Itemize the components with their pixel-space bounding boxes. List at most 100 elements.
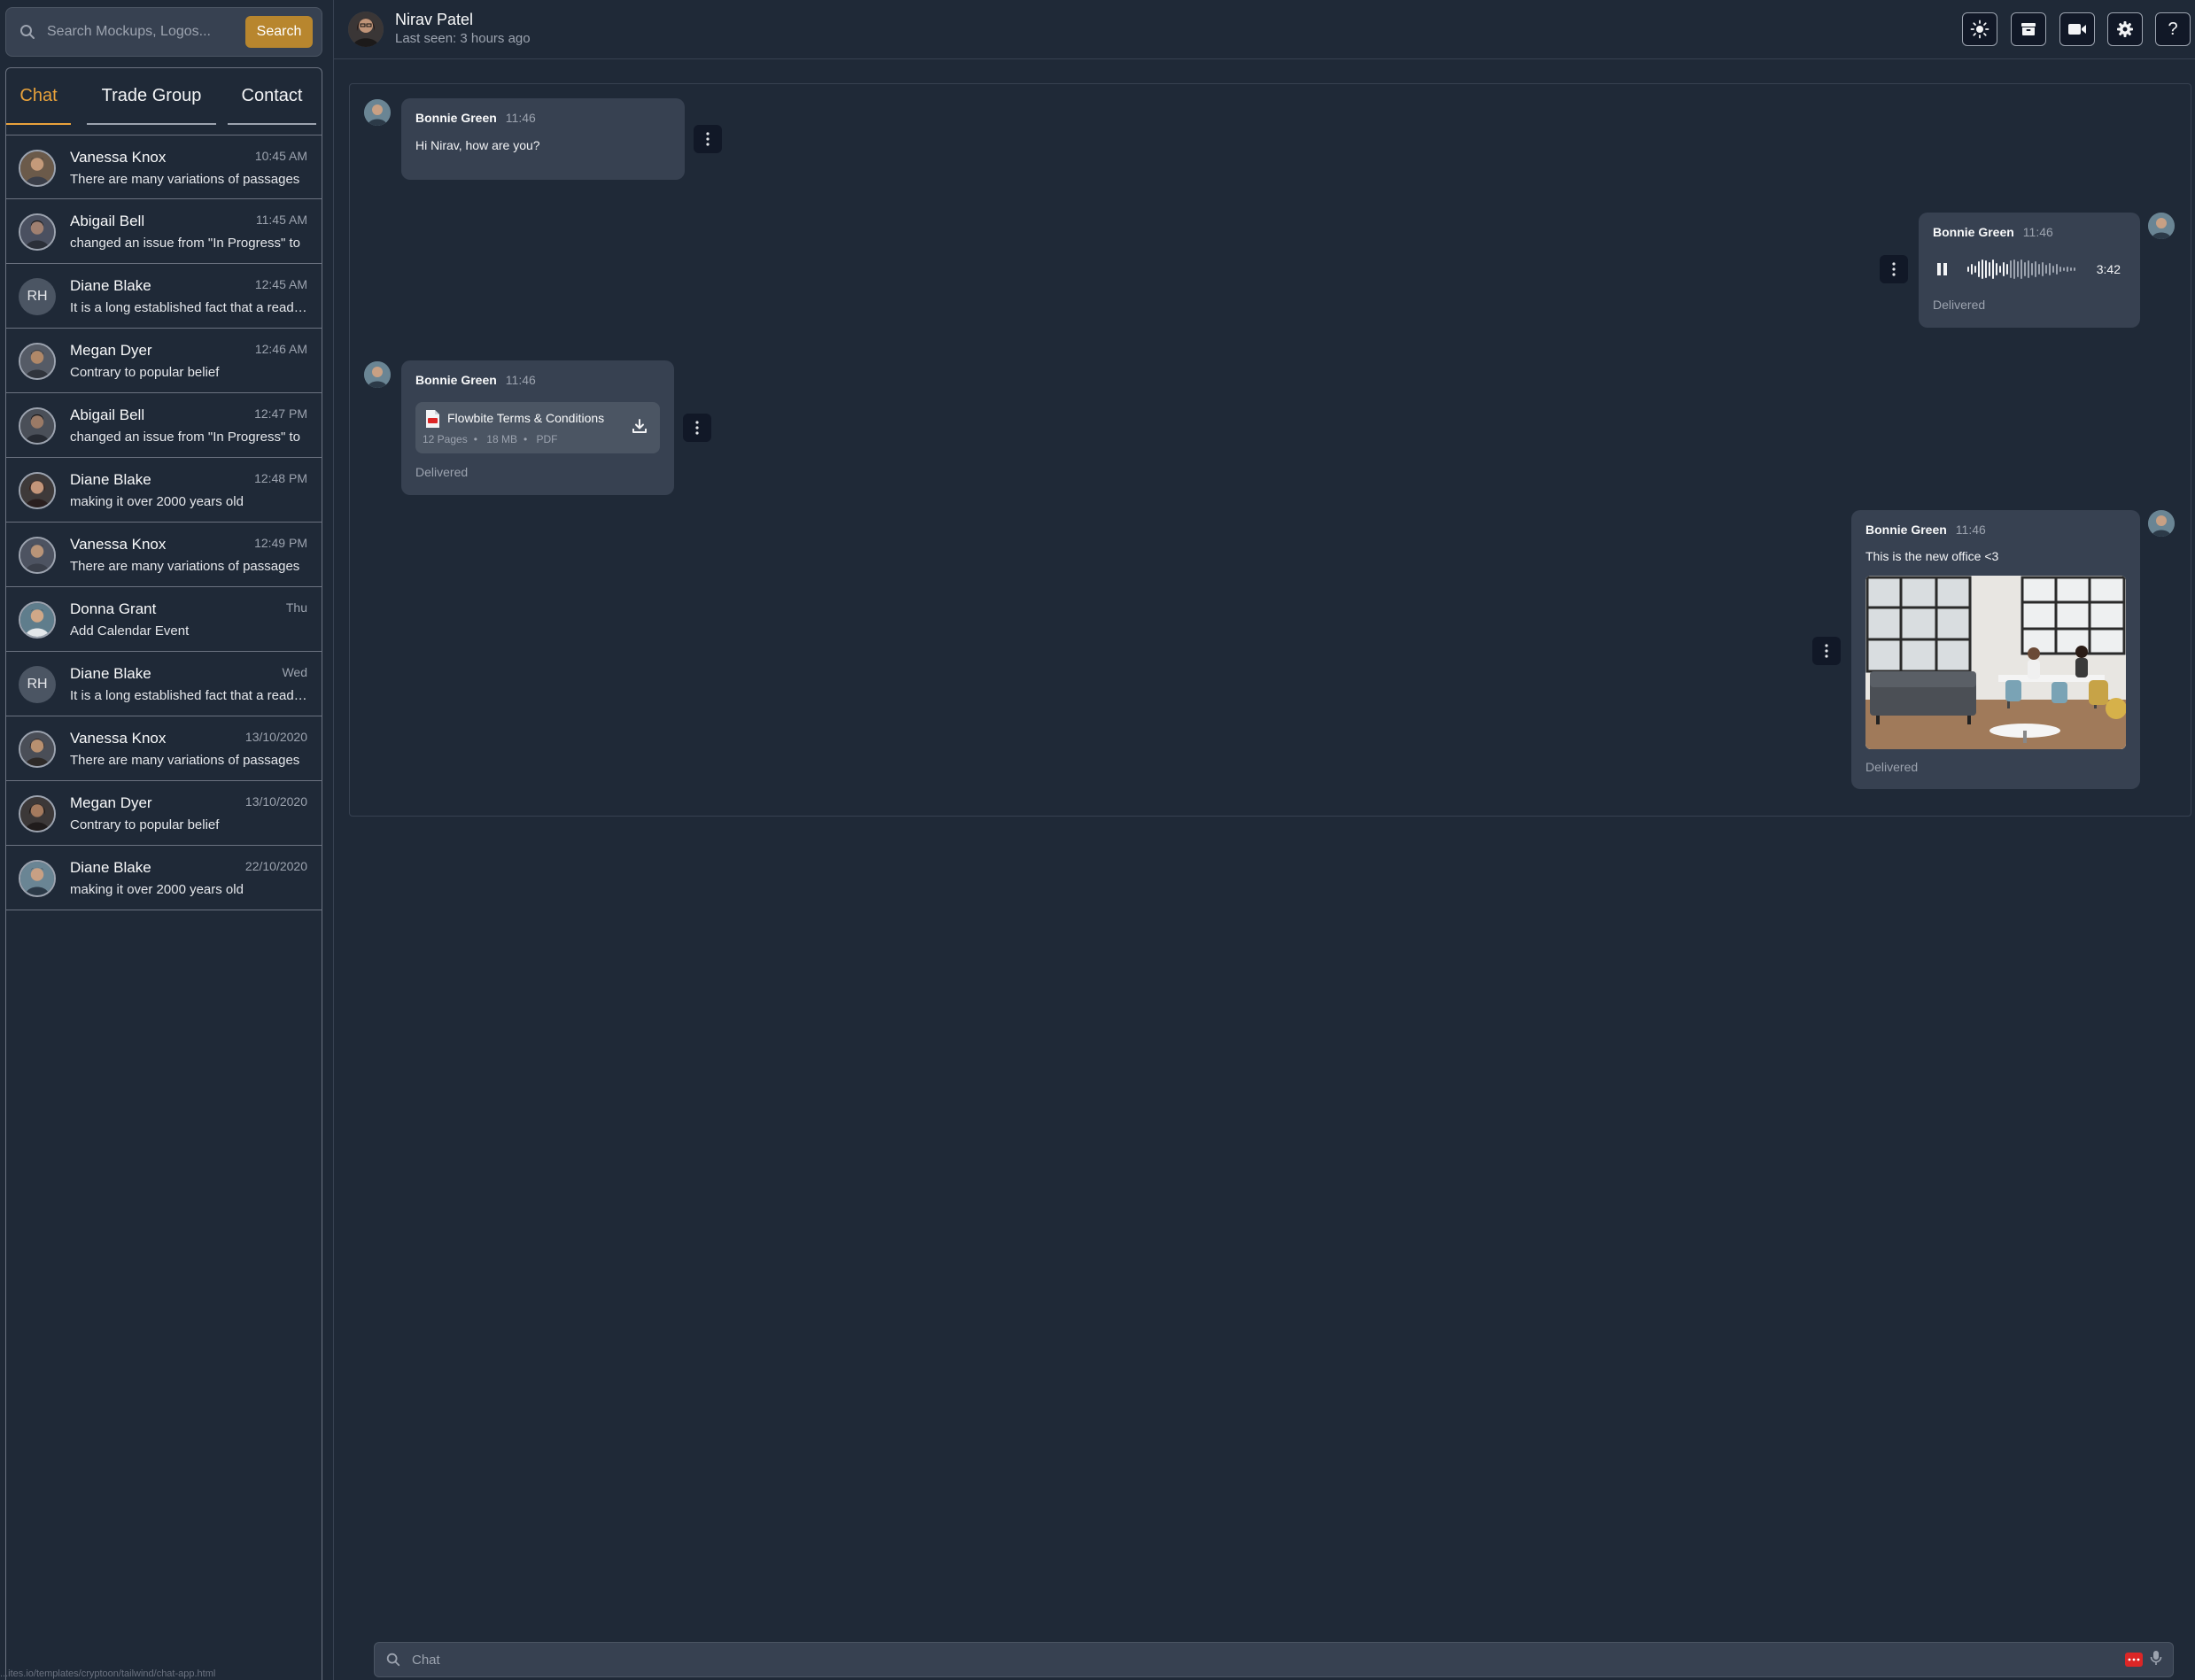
message-time: 11:46	[2022, 225, 2053, 239]
message-time: 11:46	[1955, 523, 1986, 537]
contact-time: 10:45 AM	[254, 149, 307, 163]
message-status: Delivered	[415, 465, 469, 479]
microphone-icon	[2150, 1650, 2162, 1665]
message-options-button[interactable]	[1880, 255, 1908, 283]
tab-chat[interactable]: Chat	[6, 68, 71, 125]
contact-message: making it over 2000 years old	[70, 882, 244, 897]
file-message-bubble: Bonnie Green 11:46 Flowbite Terms & Condi…	[401, 360, 674, 495]
contact-time: 12:47 PM	[254, 406, 307, 421]
file-type: PDF	[536, 433, 558, 445]
avatar	[19, 601, 56, 639]
message-bubble: Bonnie Green 11:46 Hi Nirav, how are you?	[401, 98, 685, 180]
contact-item[interactable]: Abigail Bell 12:47 PM changed an issue f…	[6, 393, 322, 458]
contact-name: Donna Grant	[70, 600, 157, 617]
header-last-seen: Last seen: 3 hours ago	[395, 31, 531, 46]
message-thread: Bonnie Green 11:46 Hi Nirav, how are you?…	[349, 83, 2191, 817]
help-icon: ?	[2168, 19, 2178, 39]
contact-name: Diane Blake	[70, 859, 151, 876]
download-button[interactable]	[632, 418, 648, 438]
settings-button[interactable]	[2107, 12, 2143, 46]
contact-time: 13/10/2020	[244, 730, 307, 744]
sender-avatar	[364, 361, 391, 388]
download-icon	[632, 419, 647, 433]
search-button[interactable]: Search	[245, 16, 313, 48]
contact-name: Megan Dyer	[70, 342, 152, 359]
more-vertical-icon	[706, 132, 710, 146]
message-options-button[interactable]	[1812, 637, 1841, 665]
theme-toggle-button[interactable]	[1962, 12, 1997, 46]
emoji-button[interactable]	[2125, 1653, 2143, 1667]
header-avatar[interactable]	[348, 12, 384, 47]
video-call-button[interactable]	[2059, 12, 2095, 46]
message-status: Delivered	[1933, 298, 1986, 312]
more-vertical-icon	[695, 421, 699, 435]
avatar-initials: RH	[19, 666, 56, 703]
contact-item[interactable]: Vanessa Knox 10:45 AM There are many var…	[6, 135, 322, 199]
file-size: 18 MB	[486, 433, 517, 445]
contact-item[interactable]: Abigail Bell 11:45 AM changed an issue f…	[6, 199, 322, 264]
contact-item[interactable]: Diane Blake 12:48 PM making it over 2000…	[6, 458, 322, 523]
contact-item[interactable]: Donna Grant Thu Add Calendar Event	[6, 587, 322, 652]
contact-name: Diane Blake	[70, 665, 151, 682]
voice-message-bubble: Bonnie Green 11:46 3:42 Delivered	[1919, 213, 2140, 328]
message-text: Hi Nirav, how are you?	[415, 138, 540, 152]
contact-item[interactable]: Vanessa Knox 13/10/2020 There are many v…	[6, 716, 322, 781]
message-options-button[interactable]	[683, 414, 711, 442]
tab-bar: Chat Trade Group Contact	[6, 68, 322, 125]
header-contact-name: Nirav Patel	[395, 11, 474, 28]
contact-item[interactable]: Diane Blake 22/10/2020 making it over 20…	[6, 846, 322, 910]
contact-message: There are many variations of passages	[70, 559, 300, 574]
message-text: This is the new office <3	[1865, 549, 1999, 563]
sender-avatar	[2148, 510, 2175, 537]
pause-button[interactable]	[1936, 262, 1949, 281]
avatar	[19, 537, 56, 574]
message-options-button[interactable]	[694, 125, 722, 153]
contact-message: It is a long established fact that a rea…	[70, 300, 307, 315]
chat-header: Nirav Patel Last seen: 3 hours ago ?	[334, 0, 2195, 59]
contact-name: Abigail Bell	[70, 213, 145, 229]
contact-name: Diane Blake	[70, 471, 151, 488]
search-bar: Search	[5, 7, 322, 57]
contact-time: 12:46 AM	[254, 342, 307, 356]
file-meta: 12 Pages • 18 MB • PDF	[423, 433, 558, 445]
microphone-button[interactable]	[2150, 1650, 2162, 1670]
chat-input[interactable]	[401, 1643, 2125, 1676]
gear-icon	[2117, 21, 2133, 37]
search-input[interactable]	[36, 8, 245, 56]
contact-list: Vanessa Knox 10:45 AM There are many var…	[6, 135, 322, 910]
avatar	[19, 860, 56, 897]
video-icon	[2068, 24, 2086, 35]
avatar	[19, 407, 56, 445]
help-button[interactable]: ?	[2155, 12, 2191, 46]
contact-time: 12:49 PM	[254, 536, 307, 550]
message-sender: Bonnie Green 11:46	[1933, 225, 2053, 239]
avatar	[19, 213, 56, 251]
tab-trade-group[interactable]: Trade Group	[87, 68, 216, 125]
contact-item[interactable]: Vanessa Knox 12:49 PM There are many var…	[6, 523, 322, 587]
contact-item[interactable]: RH Diane Blake Wed It is a long establis…	[6, 652, 322, 716]
contact-item[interactable]: Megan Dyer 12:46 AM Contrary to popular …	[6, 329, 322, 393]
avatar-initials: RH	[19, 278, 56, 315]
message-status: Delivered	[1865, 760, 1919, 774]
tab-contact[interactable]: Contact	[228, 68, 316, 125]
contact-item[interactable]: Megan Dyer 13/10/2020 Contrary to popula…	[6, 781, 322, 846]
audio-waveform[interactable]	[1966, 259, 2082, 280]
archive-button[interactable]	[2011, 12, 2046, 46]
contact-message: making it over 2000 years old	[70, 494, 244, 509]
contact-time: 22/10/2020	[244, 859, 307, 873]
chat-panel: Chat Trade Group Contact Vanessa Knox 10…	[5, 67, 322, 1680]
avatar	[19, 343, 56, 380]
contact-message: There are many variations of passages	[70, 753, 300, 768]
message-sender: Bonnie Green 11:46	[415, 373, 536, 387]
contact-message: Add Calendar Event	[70, 623, 190, 639]
message-time: 11:46	[505, 111, 536, 125]
file-attachment[interactable]: Flowbite Terms & Conditions 12 Pages • 18…	[415, 402, 660, 453]
office-photo[interactable]	[1865, 576, 2126, 749]
contact-item[interactable]: RH Diane Blake 12:45 AM It is a long est…	[6, 264, 322, 329]
contact-name: Vanessa Knox	[70, 149, 167, 166]
contact-time: Wed	[282, 665, 307, 679]
more-horizontal-icon	[2128, 1658, 2140, 1661]
search-icon	[20, 25, 35, 39]
file-name: Flowbite Terms & Conditions	[447, 411, 605, 425]
contact-time: Thu	[285, 600, 307, 615]
